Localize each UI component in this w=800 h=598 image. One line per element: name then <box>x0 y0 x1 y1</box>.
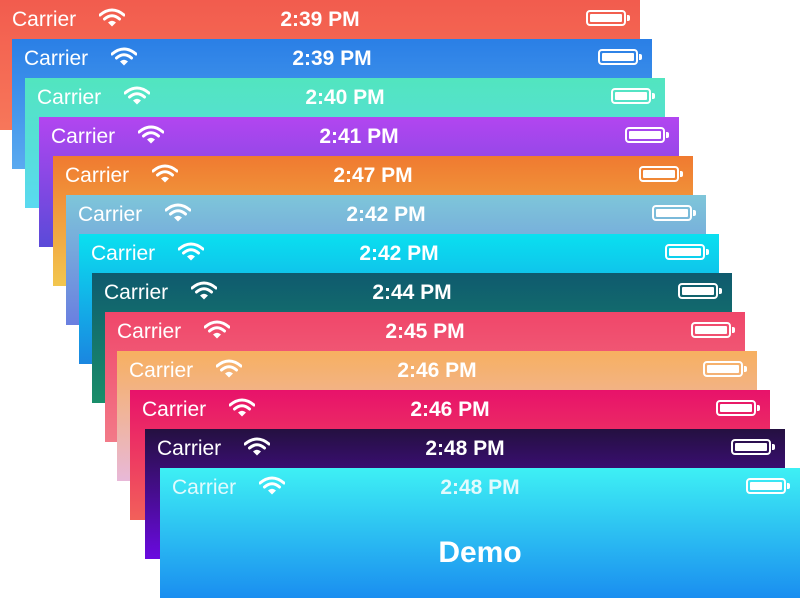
battery-icon <box>586 10 630 26</box>
battery-icon <box>598 49 642 65</box>
status-bar: Carrier 2:44 PM <box>92 273 732 312</box>
clock-time: 2:42 PM <box>359 242 439 265</box>
clock-time: 2:39 PM <box>280 8 360 31</box>
status-bar: Carrier 2:42 PM <box>79 234 719 273</box>
status-bar: Carrier 2:47 PM <box>53 156 693 195</box>
battery-icon <box>716 400 760 416</box>
battery-icon <box>639 166 683 182</box>
status-bar: Carrier 2:48 PM <box>160 468 800 507</box>
color-card-13[interactable]: Carrier 2:48 PM Demo <box>160 468 800 598</box>
demo-title: Demo <box>438 536 522 569</box>
status-bar: Carrier 2:45 PM <box>105 312 745 351</box>
battery-icon <box>611 88 655 104</box>
battery-icon <box>746 478 790 494</box>
clock-time: 2:47 PM <box>333 164 413 187</box>
clock-time: 2:45 PM <box>385 320 465 343</box>
clock-time: 2:39 PM <box>292 47 372 70</box>
battery-icon <box>703 361 747 377</box>
status-bar: Carrier 2:42 PM <box>66 195 706 234</box>
status-bar: Carrier 2:46 PM <box>117 351 757 390</box>
status-bar: Carrier 2:46 PM <box>130 390 770 429</box>
battery-icon <box>678 283 722 299</box>
battery-icon <box>691 322 735 338</box>
status-bar: Carrier 2:39 PM <box>0 0 640 39</box>
clock-time: 2:46 PM <box>397 359 477 382</box>
battery-icon <box>665 244 709 260</box>
clock-time: 2:48 PM <box>440 476 520 499</box>
status-bar: Carrier 2:48 PM <box>145 429 785 468</box>
clock-time: 2:40 PM <box>305 86 385 109</box>
clock-time: 2:46 PM <box>410 398 490 421</box>
status-bar: Carrier 2:39 PM <box>12 39 652 78</box>
battery-icon <box>625 127 669 143</box>
clock-time: 2:41 PM <box>319 125 399 148</box>
clock-time: 2:48 PM <box>425 437 505 460</box>
clock-time: 2:42 PM <box>346 203 426 226</box>
battery-icon <box>652 205 696 221</box>
status-bar: Carrier 2:41 PM <box>39 117 679 156</box>
status-bar: Carrier 2:40 PM <box>25 78 665 117</box>
battery-icon <box>731 439 775 455</box>
clock-time: 2:44 PM <box>372 281 452 304</box>
